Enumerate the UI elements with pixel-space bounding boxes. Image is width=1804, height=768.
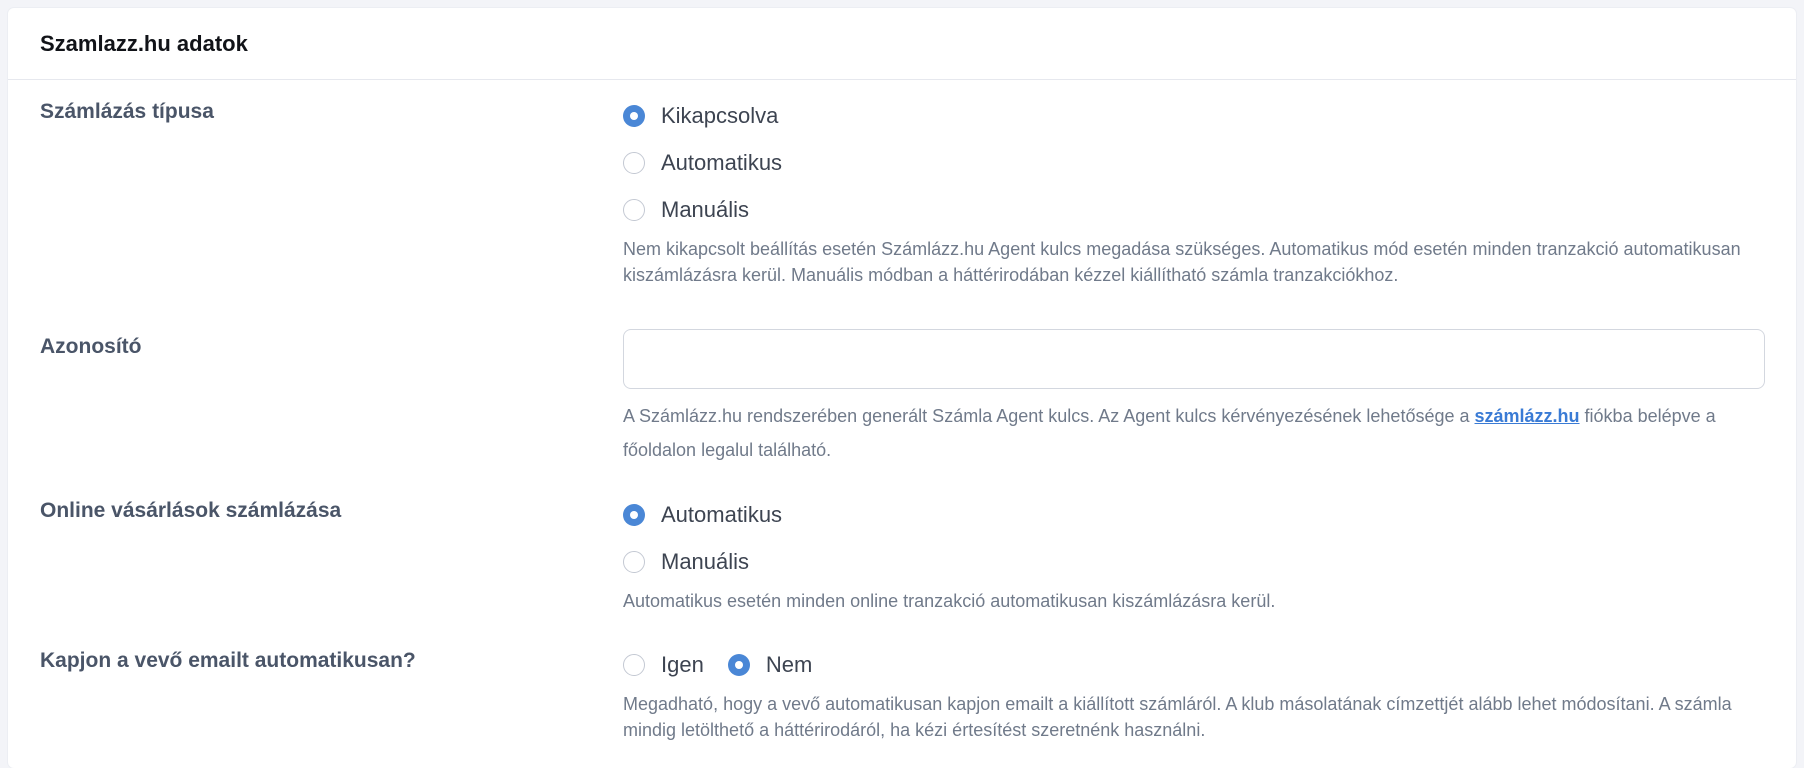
radio-label: Automatikus [661, 502, 783, 527]
identifier-input[interactable] [623, 329, 1765, 389]
radio-option-automatikus[interactable]: Automatikus [623, 147, 1763, 179]
online-billing-label: Online vásárlások számlázása [40, 499, 342, 522]
radio-label: Manuális [661, 549, 750, 574]
radio-checked-icon[interactable] [623, 504, 645, 526]
radio-checked-icon[interactable] [623, 105, 645, 127]
auto-email-options: Igen Nem Megadható, hogy a vevő automati… [623, 649, 1763, 743]
identifier-content: A Számlázz.hu rendszerében generált Szám… [623, 329, 1765, 467]
radio-label: Automatikus [661, 150, 783, 175]
settings-card: Szamlazz.hu adatok Számlázás típusa Kika… [8, 8, 1796, 768]
identifier-label: Azonosító [40, 335, 142, 358]
billing-type-help: Nem kikapcsolt beállítás esetén Számlázz… [623, 239, 1741, 285]
radio-option-kikapcsolva[interactable]: Kikapcsolva [623, 100, 1763, 132]
radio-unchecked-icon[interactable] [623, 199, 645, 221]
online-billing-options: Automatikus Manuális Automatikus esetén … [623, 499, 1763, 614]
auto-email-radio-group: Igen Nem [623, 649, 1763, 681]
card-header: Szamlazz.hu adatok [8, 8, 1796, 80]
radio-checked-icon[interactable] [727, 654, 750, 676]
radio-option-nem[interactable]: Nem [727, 652, 813, 678]
radio-option-manualis[interactable]: Manuális [623, 546, 1763, 578]
auto-email-help: Megadható, hogy a vevő automatikusan kap… [623, 694, 1732, 740]
radio-unchecked-icon[interactable] [623, 152, 645, 174]
radio-unchecked-icon[interactable] [623, 654, 645, 676]
radio-label: Igen [661, 652, 704, 677]
identifier-help-text: A Számlázz.hu rendszerében generált Szám… [623, 406, 1475, 426]
card-title: Szamlazz.hu adatok [40, 30, 248, 56]
radio-option-automatikus[interactable]: Automatikus [623, 499, 1763, 531]
billing-type-label: Számlázás típusa [40, 100, 214, 123]
radio-unchecked-icon[interactable] [623, 551, 645, 573]
radio-label: Kikapcsolva [661, 103, 779, 128]
billing-type-options: Kikapcsolva Automatikus Manuális Nem kik… [623, 100, 1763, 288]
radio-label: Nem [765, 652, 813, 677]
radio-label: Manuális [661, 197, 750, 222]
szamlazz-link[interactable]: számlázz.hu [1475, 406, 1580, 426]
identifier-help: A Számlázz.hu rendszerében generált Szám… [623, 399, 1763, 467]
online-billing-help: Automatikus esetén minden online tranzak… [623, 591, 1276, 611]
auto-email-label: Kapjon a vevő emailt automatikusan? [40, 649, 416, 672]
radio-option-manualis[interactable]: Manuális [623, 194, 1763, 226]
radio-option-igen[interactable]: Igen [623, 652, 704, 678]
